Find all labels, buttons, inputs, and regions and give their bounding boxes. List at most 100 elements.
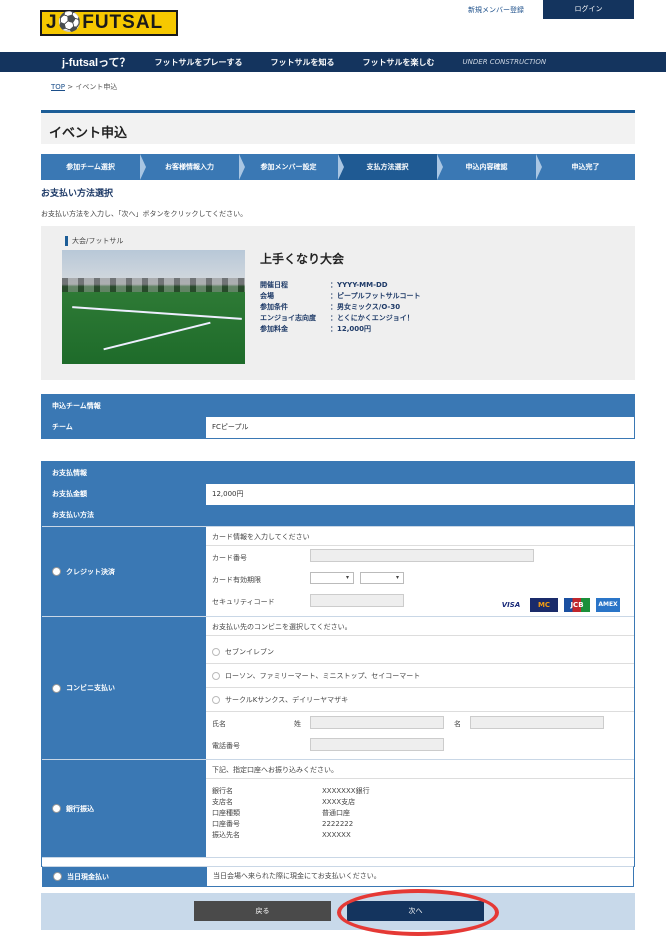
convenience-option[interactable]: コンビニ支払い xyxy=(42,617,206,759)
bank-note: 下記、指定口座へお振り込みください。 xyxy=(212,766,338,774)
credit-label: クレジット決済 xyxy=(66,567,115,576)
onsite-option[interactable]: 当日現金払い xyxy=(43,867,207,886)
instructions-text: お支払い方法を入力し、「次へ」ボタンをクリックしてください。 xyxy=(41,210,248,218)
step-team-select: 参加チーム選択 xyxy=(41,154,146,180)
last-name-input[interactable] xyxy=(310,716,444,729)
security-code-label: セキュリティコード xyxy=(212,598,275,606)
convenience-option-seven[interactable]: セブンイレブン xyxy=(212,647,274,657)
nav-brand-link[interactable]: j-futsalって？ xyxy=(62,54,131,70)
visa-icon: VISA xyxy=(501,601,521,609)
expiry-year-select[interactable]: ▾ xyxy=(360,572,404,584)
back-button[interactable]: 戻る xyxy=(194,901,331,921)
credit-radio[interactable] xyxy=(52,567,61,576)
step-customer-info: お客様情報入力 xyxy=(140,154,245,180)
amount-label: お支払金額 xyxy=(42,484,206,505)
convenience-option-lawson[interactable]: ローソン、ファミリーマート、ミニストップ、セイコーマート xyxy=(212,671,420,681)
lawson-radio[interactable] xyxy=(212,672,220,680)
event-details: 開催日程 ：YYYY-MM-DD 会場 ：ピープルフットサルコート 参加条件 ：男女ミ… xyxy=(260,280,420,335)
account-type-value: 普通口座 xyxy=(322,809,350,817)
nav-item-under-construction: UNDER CONSTRUCTION xyxy=(462,58,547,66)
breadcrumb-top-link[interactable]: TOP xyxy=(51,83,65,91)
onsite-row: 当日現金払い 当日会場へ来られた際に現金にてお支払いください。 xyxy=(42,866,634,887)
breadcrumb-current: > イベント申込 xyxy=(67,83,118,91)
security-code-input[interactable] xyxy=(310,594,404,607)
seven-radio[interactable] xyxy=(212,648,220,656)
card-expiry-label: カード有効期限 xyxy=(212,576,261,584)
amount-value: 12,000円 xyxy=(206,484,634,505)
step-complete: 申込完了 xyxy=(571,163,600,171)
convenience-option-circlek[interactable]: サークルKサンクス、デイリーヤマザキ xyxy=(212,695,348,705)
bank-option[interactable]: 銀行振込 xyxy=(42,760,206,857)
step-confirm: 申込内容確認 xyxy=(437,154,542,180)
onsite-note: 当日会場へ来られた際に現金にてお支払いください。 xyxy=(207,867,633,886)
phone-label: 電話番号 xyxy=(212,742,240,750)
payment-panel-heading: お支払情報 xyxy=(42,462,634,484)
convenience-label: コンビニ支払い xyxy=(66,684,115,692)
nav-item-know[interactable]: フットサルを知る xyxy=(271,57,335,68)
bank-account-info: 銀行名 XXXXXXX銀行 支店名 XXXX支店 口座種類 普通口座 口座番号 2222… xyxy=(212,786,370,841)
card-number-label: カード番号 xyxy=(212,554,247,562)
bank-label: 銀行振込 xyxy=(66,804,94,813)
event-condition-value: ：男女ミックス/O-30 xyxy=(330,303,401,311)
convenience-method-row: コンビニ支払い お支払い先のコンビニを選択してください。 セブンイレブン ローソ… xyxy=(42,616,634,759)
name-label: 氏名 xyxy=(212,720,226,728)
nav-item-enjoy[interactable]: フットサルを楽しむ xyxy=(363,57,435,68)
highlight-ellipse xyxy=(337,889,499,936)
event-card: 大会/フットサル 上手くなり大会 開催日程 ：YYYY-MM-DD 会場 ：ピープル… xyxy=(41,226,635,380)
event-condition-label: 参加条件 xyxy=(260,303,288,311)
seven-label: セブンイレブン xyxy=(225,648,274,656)
last-name-label: 姓 xyxy=(294,720,301,728)
event-enjoy-label: エンジョイ志向度 xyxy=(260,314,316,322)
event-name: 上手くなり大会 xyxy=(260,252,345,266)
first-name-label: 名 xyxy=(454,720,461,728)
team-value: FCピープル xyxy=(206,417,634,438)
amex-icon: AMEX xyxy=(596,598,620,612)
first-name-input[interactable] xyxy=(470,716,604,729)
team-panel-heading: 申込チーム情報 xyxy=(42,395,634,417)
event-fee-label: 参加料金 xyxy=(260,325,288,333)
bank-radio[interactable] xyxy=(52,804,61,813)
event-venue-value: ：ピープルフットサルコート xyxy=(330,292,421,300)
main-nav: j-futsalって？ フットサルをプレーする フットサルを知る フットサルを楽… xyxy=(0,52,666,72)
payment-panel: お支払情報 お支払金額 12,000円 お支払い方法 クレジット決済 カード情報… xyxy=(41,461,635,867)
nav-item-play[interactable]: フットサルをプレーする xyxy=(155,57,243,68)
event-fee-value: ：12,000円 xyxy=(330,325,372,333)
bank-name-value: XXXXXXX銀行 xyxy=(322,787,370,795)
payee-label: 振込先名 xyxy=(212,831,240,839)
branch-label: 支店名 xyxy=(212,798,233,806)
event-venue-photo xyxy=(62,250,245,364)
account-number-label: 口座番号 xyxy=(212,820,240,828)
login-button[interactable]: ログイン xyxy=(543,0,634,19)
convenience-radio[interactable] xyxy=(52,683,61,693)
branch-value: XXXX支店 xyxy=(322,798,356,806)
step-payment-method: 支払方法選択 xyxy=(338,154,443,180)
bank-method-row: 銀行振込 下記、指定口座へお振り込みください。 銀行名 XXXXXXX銀行 支店名… xyxy=(42,759,634,857)
event-category: 大会/フットサル xyxy=(65,236,123,246)
jcb-icon: JCB xyxy=(564,598,590,612)
account-type-label: 口座種類 xyxy=(212,809,240,817)
team-info-panel: 申込チーム情報 チーム FCピープル xyxy=(41,394,635,439)
register-link[interactable]: 新規メンバー登録 xyxy=(468,5,524,15)
phone-input[interactable] xyxy=(310,738,444,751)
page-title: イベント申込 xyxy=(49,126,128,141)
onsite-label: 当日現金払い xyxy=(67,872,109,881)
event-date-value: ：YYYY-MM-DD xyxy=(330,281,388,289)
credit-note: カード情報を入力してください xyxy=(212,533,310,541)
payee-value: XXXXXX xyxy=(322,831,351,839)
lawson-label: ローソン、ファミリーマート、ミニストップ、セイコーマート xyxy=(225,672,421,680)
step-member-setup: 参加メンバー設定 xyxy=(239,154,344,180)
card-number-input[interactable] xyxy=(310,549,534,562)
account-number-value: 2222222 xyxy=(322,820,354,828)
convenience-note: お支払い先のコンビニを選択してください。 xyxy=(212,623,352,631)
expiry-month-select[interactable]: ▾ xyxy=(310,572,354,584)
credit-option[interactable]: クレジット決済 xyxy=(42,527,206,616)
payment-method-heading: お支払い方法 xyxy=(42,505,634,526)
mastercard-icon: MC xyxy=(530,598,558,612)
circlek-label: サークルKサンクス、デイリーヤマザキ xyxy=(225,696,349,704)
page-title-box: イベント申込 xyxy=(41,110,635,144)
site-logo[interactable]: J⚽FUTSAL xyxy=(40,10,178,36)
circlek-radio[interactable] xyxy=(212,696,220,704)
progress-steps: 参加チーム選択 お客様情報入力 参加メンバー設定 支払方法選択 申込内容確認 申… xyxy=(41,154,635,180)
onsite-radio[interactable] xyxy=(53,872,62,881)
event-date-label: 開催日程 xyxy=(260,281,288,289)
